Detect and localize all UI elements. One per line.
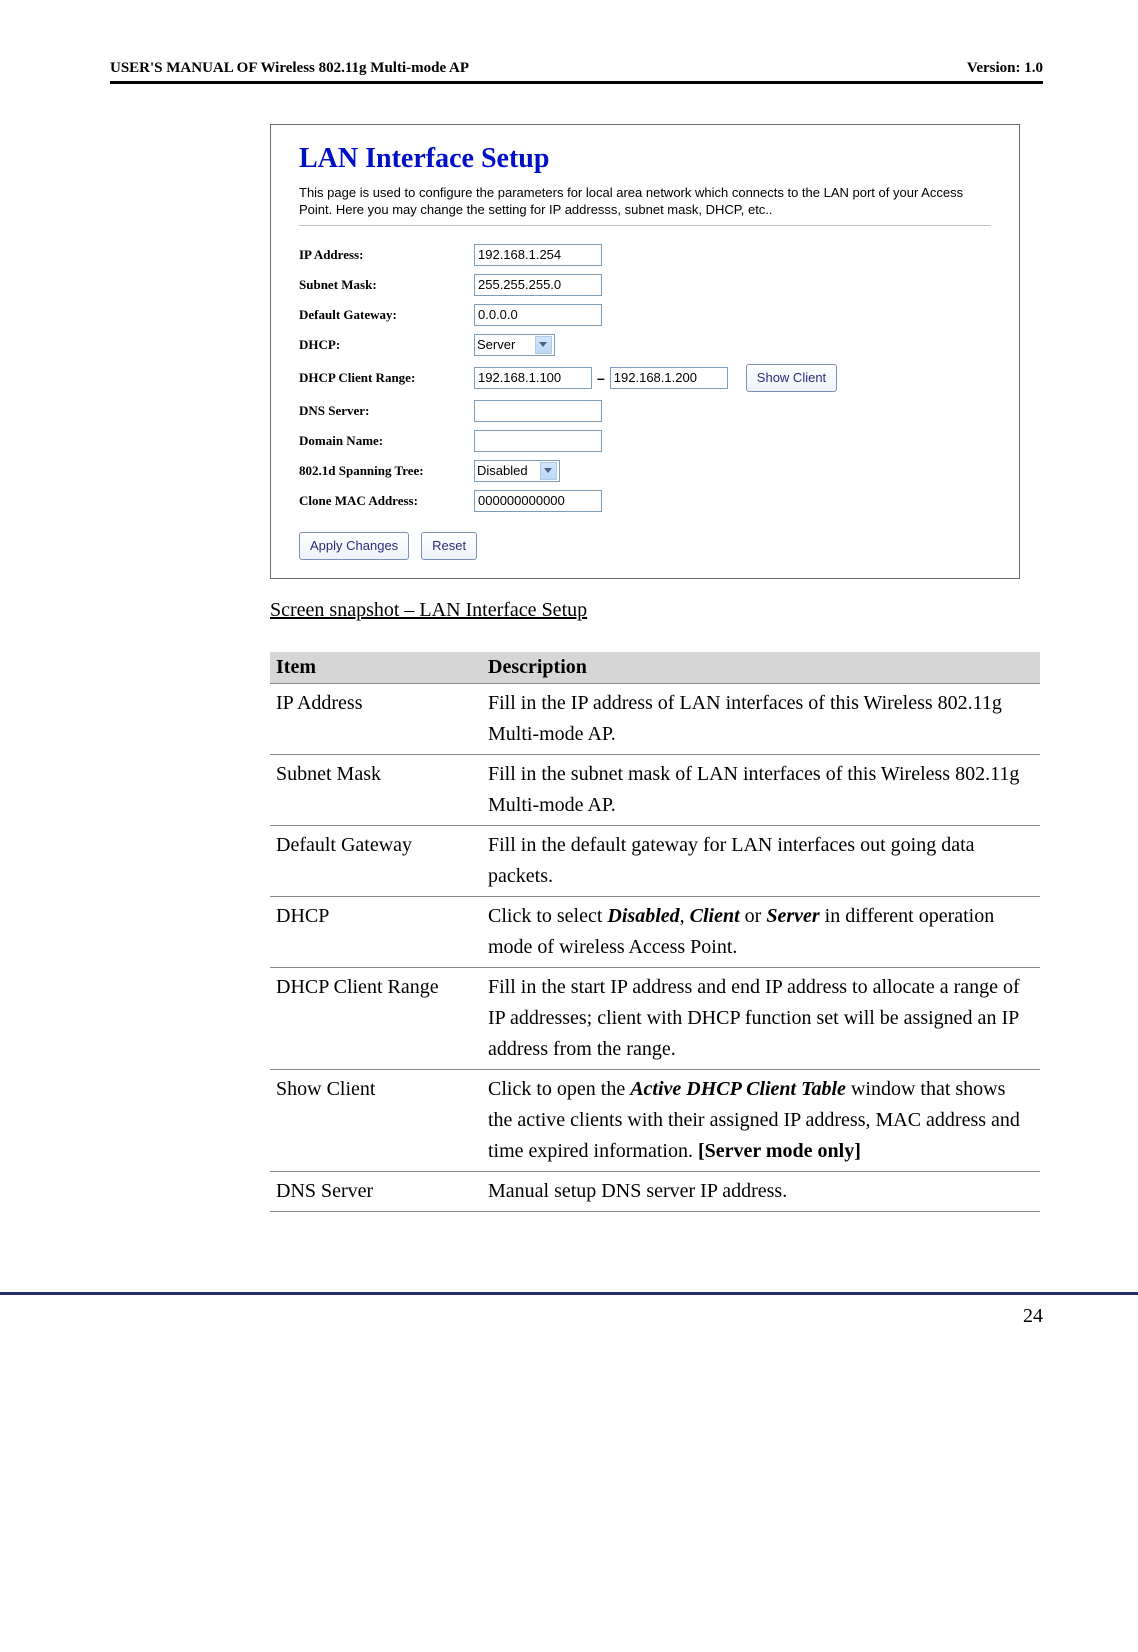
table-row: IP Address Fill in the IP address of LAN… xyxy=(270,683,1040,754)
header-left: USER'S MANUAL OF Wireless 802.11g Multi-… xyxy=(110,60,469,77)
default-gateway-input[interactable] xyxy=(474,304,602,326)
ip-address-input[interactable] xyxy=(474,244,602,266)
chevron-down-icon xyxy=(535,336,552,354)
screenshot-title: LAN Interface Setup xyxy=(299,143,991,175)
dns-server-label: DNS Server: xyxy=(299,403,474,419)
desc-cell: Fill in the IP address of LAN interfaces… xyxy=(482,683,1040,754)
table-row: Default Gateway Fill in the default gate… xyxy=(270,825,1040,896)
subnet-mask-label: Subnet Mask: xyxy=(299,277,474,293)
spanning-tree-label: 802.1d Spanning Tree: xyxy=(299,463,474,479)
dhcp-range-label: DHCP Client Range: xyxy=(299,370,474,386)
dhcp-label: DHCP: xyxy=(299,337,474,353)
screenshot-description: This page is used to configure the param… xyxy=(299,185,991,219)
header-right: Version: 1.0 xyxy=(967,60,1043,77)
item-cell: DHCP Client Range xyxy=(270,967,482,1069)
ip-address-label: IP Address: xyxy=(299,247,474,263)
spanning-tree-select[interactable]: Disabled xyxy=(474,460,560,482)
divider xyxy=(299,225,991,226)
screenshot-caption: Screen snapshot – LAN Interface Setup xyxy=(270,599,1043,622)
description-table: Item Description IP Address Fill in the … xyxy=(270,652,1040,1212)
show-client-button[interactable]: Show Client xyxy=(746,364,837,392)
desc-cell: Fill in the default gateway for LAN inte… xyxy=(482,825,1040,896)
spanning-tree-value: Disabled xyxy=(477,463,532,478)
dns-server-input[interactable] xyxy=(474,400,602,422)
dhcp-range-start-input[interactable] xyxy=(474,367,592,389)
dhcp-range-end-input[interactable] xyxy=(610,367,728,389)
apply-changes-button[interactable]: Apply Changes xyxy=(299,532,409,560)
page-number: 24 xyxy=(0,1305,1138,1328)
item-cell: Default Gateway xyxy=(270,825,482,896)
dhcp-select[interactable]: Server xyxy=(474,334,555,356)
reset-button[interactable]: Reset xyxy=(421,532,477,560)
clone-mac-label: Clone MAC Address: xyxy=(299,493,474,509)
desc-cell: Click to select Disabled, Client or Serv… xyxy=(482,896,1040,967)
table-row: Subnet Mask Fill in the subnet mask of L… xyxy=(270,754,1040,825)
item-cell: DHCP xyxy=(270,896,482,967)
item-cell: IP Address xyxy=(270,683,482,754)
dhcp-select-value: Server xyxy=(477,337,527,352)
table-row: DNS Server Manual setup DNS server IP ad… xyxy=(270,1171,1040,1211)
chevron-down-icon xyxy=(540,462,557,480)
item-cell: Show Client xyxy=(270,1069,482,1171)
desc-cell: Fill in the start IP address and end IP … xyxy=(482,967,1040,1069)
header-rule xyxy=(110,81,1043,84)
lan-setup-screenshot: LAN Interface Setup This page is used to… xyxy=(270,124,1020,579)
table-row: DHCP Click to select Disabled, Client or… xyxy=(270,896,1040,967)
item-cell: Subnet Mask xyxy=(270,754,482,825)
desc-cell: Manual setup DNS server IP address. xyxy=(482,1171,1040,1211)
footer-rule xyxy=(0,1292,1138,1295)
table-header-desc: Description xyxy=(482,652,1040,684)
page-header: USER'S MANUAL OF Wireless 802.11g Multi-… xyxy=(110,60,1043,79)
table-row: DHCP Client Range Fill in the start IP a… xyxy=(270,967,1040,1069)
domain-name-label: Domain Name: xyxy=(299,433,474,449)
desc-cell: Fill in the subnet mask of LAN interface… xyxy=(482,754,1040,825)
item-cell: DNS Server xyxy=(270,1171,482,1211)
table-header-item: Item xyxy=(270,652,482,684)
subnet-mask-input[interactable] xyxy=(474,274,602,296)
domain-name-input[interactable] xyxy=(474,430,602,452)
range-dash: – xyxy=(597,370,605,386)
default-gateway-label: Default Gateway: xyxy=(299,307,474,323)
table-row: Show Client Click to open the Active DHC… xyxy=(270,1069,1040,1171)
desc-cell: Click to open the Active DHCP Client Tab… xyxy=(482,1069,1040,1171)
clone-mac-input[interactable] xyxy=(474,490,602,512)
